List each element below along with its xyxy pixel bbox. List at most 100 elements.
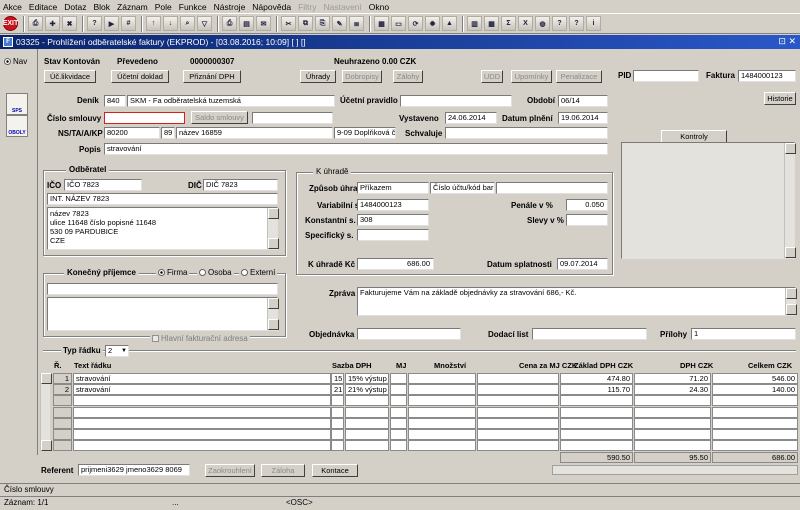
table-cell-celkem[interactable]: 546.00 xyxy=(712,373,798,384)
ico-field[interactable]: IČO 7823 xyxy=(64,179,142,191)
table-cell-cena[interactable] xyxy=(477,373,559,384)
table-cell-cena[interactable] xyxy=(477,395,559,407)
print-icon[interactable]: ⎙ xyxy=(222,16,237,31)
denik-code-field[interactable]: 840 xyxy=(104,95,126,107)
paste-icon[interactable]: ⎘ xyxy=(315,16,330,31)
table-cell-n[interactable] xyxy=(53,395,72,407)
menu-okno[interactable]: Okno xyxy=(369,2,389,12)
table-cell-sazba_kod[interactable] xyxy=(331,429,344,440)
table-cell-sazba[interactable]: 21% výstup xyxy=(345,384,389,396)
objednavka-field[interactable] xyxy=(357,328,461,340)
cislo-uctu-value-field[interactable] xyxy=(496,182,608,194)
help-person-icon[interactable]: ? xyxy=(552,16,567,31)
menu-funkce[interactable]: Funkce xyxy=(179,2,207,12)
vystaveno-field[interactable]: 24.06.2014 xyxy=(445,112,497,124)
prijemce-address-field[interactable] xyxy=(47,297,278,331)
historie-button[interactable]: Historie xyxy=(764,92,796,105)
table-cell-zaklad[interactable] xyxy=(560,395,633,407)
sort-desc-icon[interactable]: ↓ xyxy=(163,16,178,31)
variabilni-field[interactable]: 1484000123 xyxy=(357,199,429,211)
lines-scrollbar[interactable] xyxy=(40,373,52,451)
list-icon[interactable]: ≣ xyxy=(349,16,364,31)
kontroly-scrollbar[interactable] xyxy=(784,143,796,258)
nav-toggle[interactable]: Nav xyxy=(4,57,27,67)
table-cell-text[interactable] xyxy=(73,417,331,429)
table-cell-sazba_kod[interactable] xyxy=(331,395,344,407)
mail-icon[interactable]: ✉ xyxy=(256,16,271,31)
table-cell-sazba_kod[interactable] xyxy=(331,406,344,418)
penale-field[interactable]: 0.050 xyxy=(566,199,608,211)
radio-osoba[interactable]: Osoba xyxy=(197,268,234,278)
ta-field[interactable]: 89 xyxy=(161,127,175,139)
excel-icon[interactable]: X xyxy=(518,16,533,31)
table-cell-dph[interactable] xyxy=(634,440,711,452)
slevy-field[interactable] xyxy=(566,214,608,226)
table-cell-sazba_kod[interactable] xyxy=(331,417,344,429)
table-cell-dph[interactable]: 24.30 xyxy=(634,384,711,396)
table-cell-text[interactable] xyxy=(73,406,331,418)
konstantni-field[interactable]: 308 xyxy=(357,214,429,226)
help-icon[interactable]: ? xyxy=(569,16,584,31)
ta-name-field[interactable]: název 16859 xyxy=(176,127,333,139)
table-cell-text[interactable]: stravování xyxy=(73,384,331,396)
table-cell-mj[interactable] xyxy=(390,406,407,418)
table-cell-mnozstvi[interactable] xyxy=(408,395,476,407)
table-cell-celkem[interactable] xyxy=(712,406,798,418)
table-cell-dph[interactable] xyxy=(634,406,711,418)
cislo-uctu-field[interactable]: Číslo účtu/kód bar xyxy=(430,182,495,194)
window-controls[interactable]: ⊡ ✕ xyxy=(778,36,796,47)
table-cell-n[interactable] xyxy=(53,417,72,429)
exit-icon[interactable]: EXIT xyxy=(3,16,18,31)
zpusob-uhrady-field[interactable]: Příkazem xyxy=(357,182,429,194)
table-cell-sazba[interactable] xyxy=(345,429,389,440)
kontace-button[interactable]: Kontace xyxy=(312,464,358,477)
horizontal-scrollbar[interactable] xyxy=(552,465,798,475)
table-cell-cena[interactable] xyxy=(477,417,559,429)
info-icon[interactable]: i xyxy=(586,16,601,31)
table-cell-zaklad[interactable] xyxy=(560,440,633,452)
execute-query-icon[interactable]: ▶ xyxy=(104,16,119,31)
datum-plneni-field[interactable]: 19.06.2014 xyxy=(558,112,608,124)
ns-field[interactable]: 80200 xyxy=(104,127,160,139)
table-cell-text[interactable] xyxy=(73,429,331,440)
table-cell-text[interactable] xyxy=(73,395,331,407)
table-cell-mnozstvi[interactable] xyxy=(408,417,476,429)
table-cell-mj[interactable] xyxy=(390,373,407,384)
dic-field[interactable]: DIČ 7823 xyxy=(203,179,278,191)
table-cell-zaklad[interactable] xyxy=(560,417,633,429)
menu-nastroje[interactable]: Nástroje xyxy=(214,2,246,12)
radio-externi[interactable]: Externí xyxy=(239,268,278,278)
edit-icon[interactable]: ✎ xyxy=(332,16,347,31)
web-icon[interactable]: ◍ xyxy=(535,16,550,31)
table-cell-mj[interactable] xyxy=(390,440,407,452)
table-cell-sazba[interactable] xyxy=(345,417,389,429)
menu-napoveda[interactable]: Nápověda xyxy=(252,2,291,12)
referent-field[interactable]: prijmeni3629 jmeno3629 8069 xyxy=(78,464,190,476)
table-cell-dph[interactable] xyxy=(634,417,711,429)
table-cell-cena[interactable] xyxy=(477,429,559,440)
prijemce-scrollbar[interactable] xyxy=(267,298,279,330)
prijemce-name-field[interactable] xyxy=(47,283,278,295)
priznani-dph-button[interactable]: Přiznání DPH xyxy=(183,70,241,83)
table-cell-sazba_kod[interactable]: 21 xyxy=(331,384,344,396)
address-field[interactable]: název 7823 ulice 11648 číslo popisné 116… xyxy=(47,207,278,250)
table-cell-text[interactable] xyxy=(73,440,331,452)
table-icon[interactable]: ▦ xyxy=(484,16,499,31)
table-cell-mj[interactable] xyxy=(390,384,407,396)
table-cell-sazba[interactable] xyxy=(345,406,389,418)
uc-likvidace-button[interactable]: Úč.likvidace xyxy=(44,70,96,83)
saldo-smlouvy-field[interactable] xyxy=(252,112,333,124)
cut-icon[interactable]: ✂ xyxy=(281,16,296,31)
datum-splatnosti-field[interactable]: 09.07.2014 xyxy=(557,258,608,270)
int-nazev-field[interactable]: INT. NÁZEV 7823 xyxy=(47,193,278,205)
sort-asc-icon[interactable]: ↑ xyxy=(146,16,161,31)
oboly-button[interactable]: OBOLY xyxy=(6,115,28,137)
save-icon[interactable]: ⎙ xyxy=(28,16,43,31)
table-cell-mnozstvi[interactable] xyxy=(408,384,476,396)
table-cell-dph[interactable] xyxy=(634,395,711,407)
table-cell-mnozstvi[interactable] xyxy=(408,440,476,452)
query-icon[interactable]: ? xyxy=(87,16,102,31)
table-cell-celkem[interactable] xyxy=(712,417,798,429)
ucetni-doklad-button[interactable]: Účetní doklad xyxy=(111,70,169,83)
menu-dotaz[interactable]: Dotaz xyxy=(64,2,86,12)
